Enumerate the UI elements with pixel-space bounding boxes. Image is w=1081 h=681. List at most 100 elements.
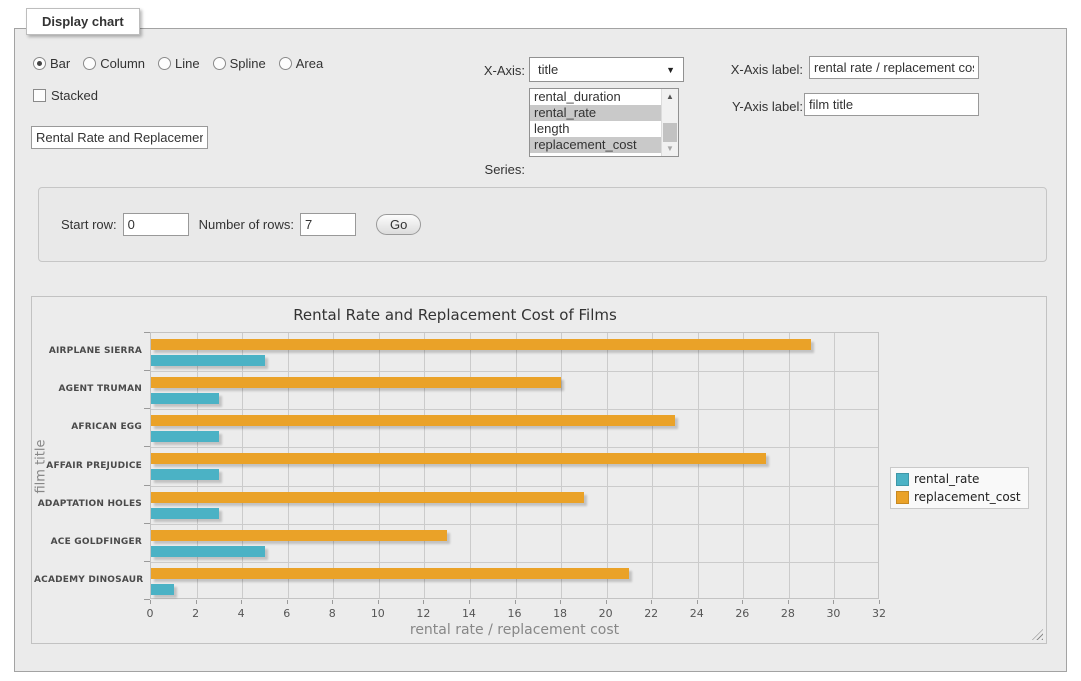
chart-type-option-label: Area [296, 56, 323, 71]
chart-type-option-column[interactable]: Column [83, 56, 145, 71]
stacked-row[interactable]: Stacked [33, 88, 98, 103]
start-row-input[interactable] [123, 213, 189, 236]
bar-replacement_cost [151, 530, 447, 541]
x-tick-mark [378, 600, 379, 604]
scrollbar-thumb[interactable] [663, 123, 677, 142]
bar-rental_rate [151, 355, 265, 366]
x-tick-mark [196, 600, 197, 604]
x-axis-selected-value: title [538, 62, 558, 77]
y-tick-mark [144, 408, 150, 409]
gridline [333, 333, 334, 598]
series-option-length[interactable]: length [530, 121, 678, 137]
chart-type-option-label: Column [100, 56, 145, 71]
y-category-label: AFRICAN EGG [34, 422, 142, 432]
chart-type-option-spline[interactable]: Spline [213, 56, 266, 71]
scroll-down-icon[interactable]: ▼ [662, 141, 678, 156]
x-tick-mark [788, 600, 789, 604]
gridline [151, 371, 878, 372]
y-axis-label-caption: Y-Axis label: [615, 99, 803, 114]
bar-rental_rate [151, 546, 265, 557]
bar-replacement_cost [151, 415, 675, 426]
y-category-label: AFFAIR PREJUDICE [34, 461, 142, 471]
x-axis-label-caption: X-Axis label: [615, 62, 803, 77]
y-tick-mark [144, 332, 150, 333]
stacked-checkbox[interactable] [33, 89, 46, 102]
chart-type-option-area[interactable]: Area [279, 56, 323, 71]
legend-swatch [896, 473, 909, 486]
y-category-label: ACADEMY DINOSAUR [34, 575, 142, 585]
radio-icon[interactable] [158, 57, 171, 70]
gridline [561, 333, 562, 598]
chart-title-input[interactable] [31, 126, 208, 149]
y-category-label: AGENT TRUMAN [34, 384, 142, 394]
chart-plot-area [150, 332, 879, 599]
y-tick-mark [144, 561, 150, 562]
chart-title: Rental Rate and Replacement Cost of Film… [32, 306, 878, 324]
y-tick-mark [144, 485, 150, 486]
chart-y-axis-title: film title [34, 397, 49, 537]
x-axis-label-input[interactable] [809, 56, 979, 79]
gridline [516, 333, 517, 598]
y-category-label: AIRPLANE SIERRA [34, 346, 142, 356]
x-tick-label: 32 [864, 607, 894, 620]
gridline [288, 333, 289, 598]
x-tick-label: 20 [591, 607, 621, 620]
chart-legend: rental_rate replacement_cost [890, 467, 1029, 509]
x-tick-label: 8 [317, 607, 347, 620]
bar-replacement_cost [151, 492, 584, 503]
x-tick-mark [241, 600, 242, 604]
x-tick-mark [606, 600, 607, 604]
y-category-label: ACE GOLDFINGER [34, 537, 142, 547]
chart-type-option-bar[interactable]: Bar [33, 56, 70, 71]
gridline [743, 333, 744, 598]
gridline [151, 524, 878, 525]
y-axis-label-input[interactable] [804, 93, 979, 116]
go-button[interactable]: Go [376, 214, 421, 235]
radio-icon[interactable] [83, 57, 96, 70]
bar-replacement_cost [151, 568, 629, 579]
bar-rental_rate [151, 584, 174, 595]
x-tick-label: 16 [500, 607, 530, 620]
gridline [197, 333, 198, 598]
x-tick-mark [697, 600, 698, 604]
radio-icon[interactable] [33, 57, 46, 70]
radio-icon[interactable] [279, 57, 292, 70]
chart-type-option-label: Spline [230, 56, 266, 71]
gridline [242, 333, 243, 598]
x-tick-label: 2 [181, 607, 211, 620]
resize-handle-icon[interactable] [1032, 629, 1043, 640]
num-rows-label: Number of rows: [199, 217, 294, 232]
gridline [424, 333, 425, 598]
chart-type-option-line[interactable]: Line [158, 56, 200, 71]
gridline [698, 333, 699, 598]
y-category-label: ADAPTATION HOLES [34, 499, 142, 509]
gridline [151, 409, 878, 410]
chart-type-group: Bar Column Line Spline Area [33, 56, 323, 71]
legend-label: replacement_cost [914, 490, 1021, 504]
x-tick-label: 26 [727, 607, 757, 620]
bar-rental_rate [151, 469, 219, 480]
y-tick-mark [144, 599, 150, 600]
x-tick-mark [879, 600, 880, 604]
num-rows-input[interactable] [300, 213, 356, 236]
legend-swatch [896, 491, 909, 504]
x-tick-mark [651, 600, 652, 604]
bar-rental_rate [151, 393, 219, 404]
bar-replacement_cost [151, 377, 561, 388]
rows-panel: Start row: Number of rows: Go [38, 187, 1047, 262]
chart-type-option-label: Bar [50, 56, 70, 71]
x-tick-mark [742, 600, 743, 604]
gridline [652, 333, 653, 598]
legend-label: rental_rate [914, 472, 979, 486]
x-axis-select-label: X-Axis: [395, 63, 525, 78]
x-tick-label: 28 [773, 607, 803, 620]
chart-type-option-label: Line [175, 56, 200, 71]
series-option-replacement_cost[interactable]: replacement_cost [530, 137, 678, 153]
x-tick-mark [332, 600, 333, 604]
x-tick-label: 24 [682, 607, 712, 620]
radio-icon[interactable] [213, 57, 226, 70]
display-chart-panel: Display chart BarColumnLineSplineArea St… [14, 28, 1067, 672]
x-tick-mark [560, 600, 561, 604]
x-tick-mark [287, 600, 288, 604]
x-tick-label: 14 [454, 607, 484, 620]
